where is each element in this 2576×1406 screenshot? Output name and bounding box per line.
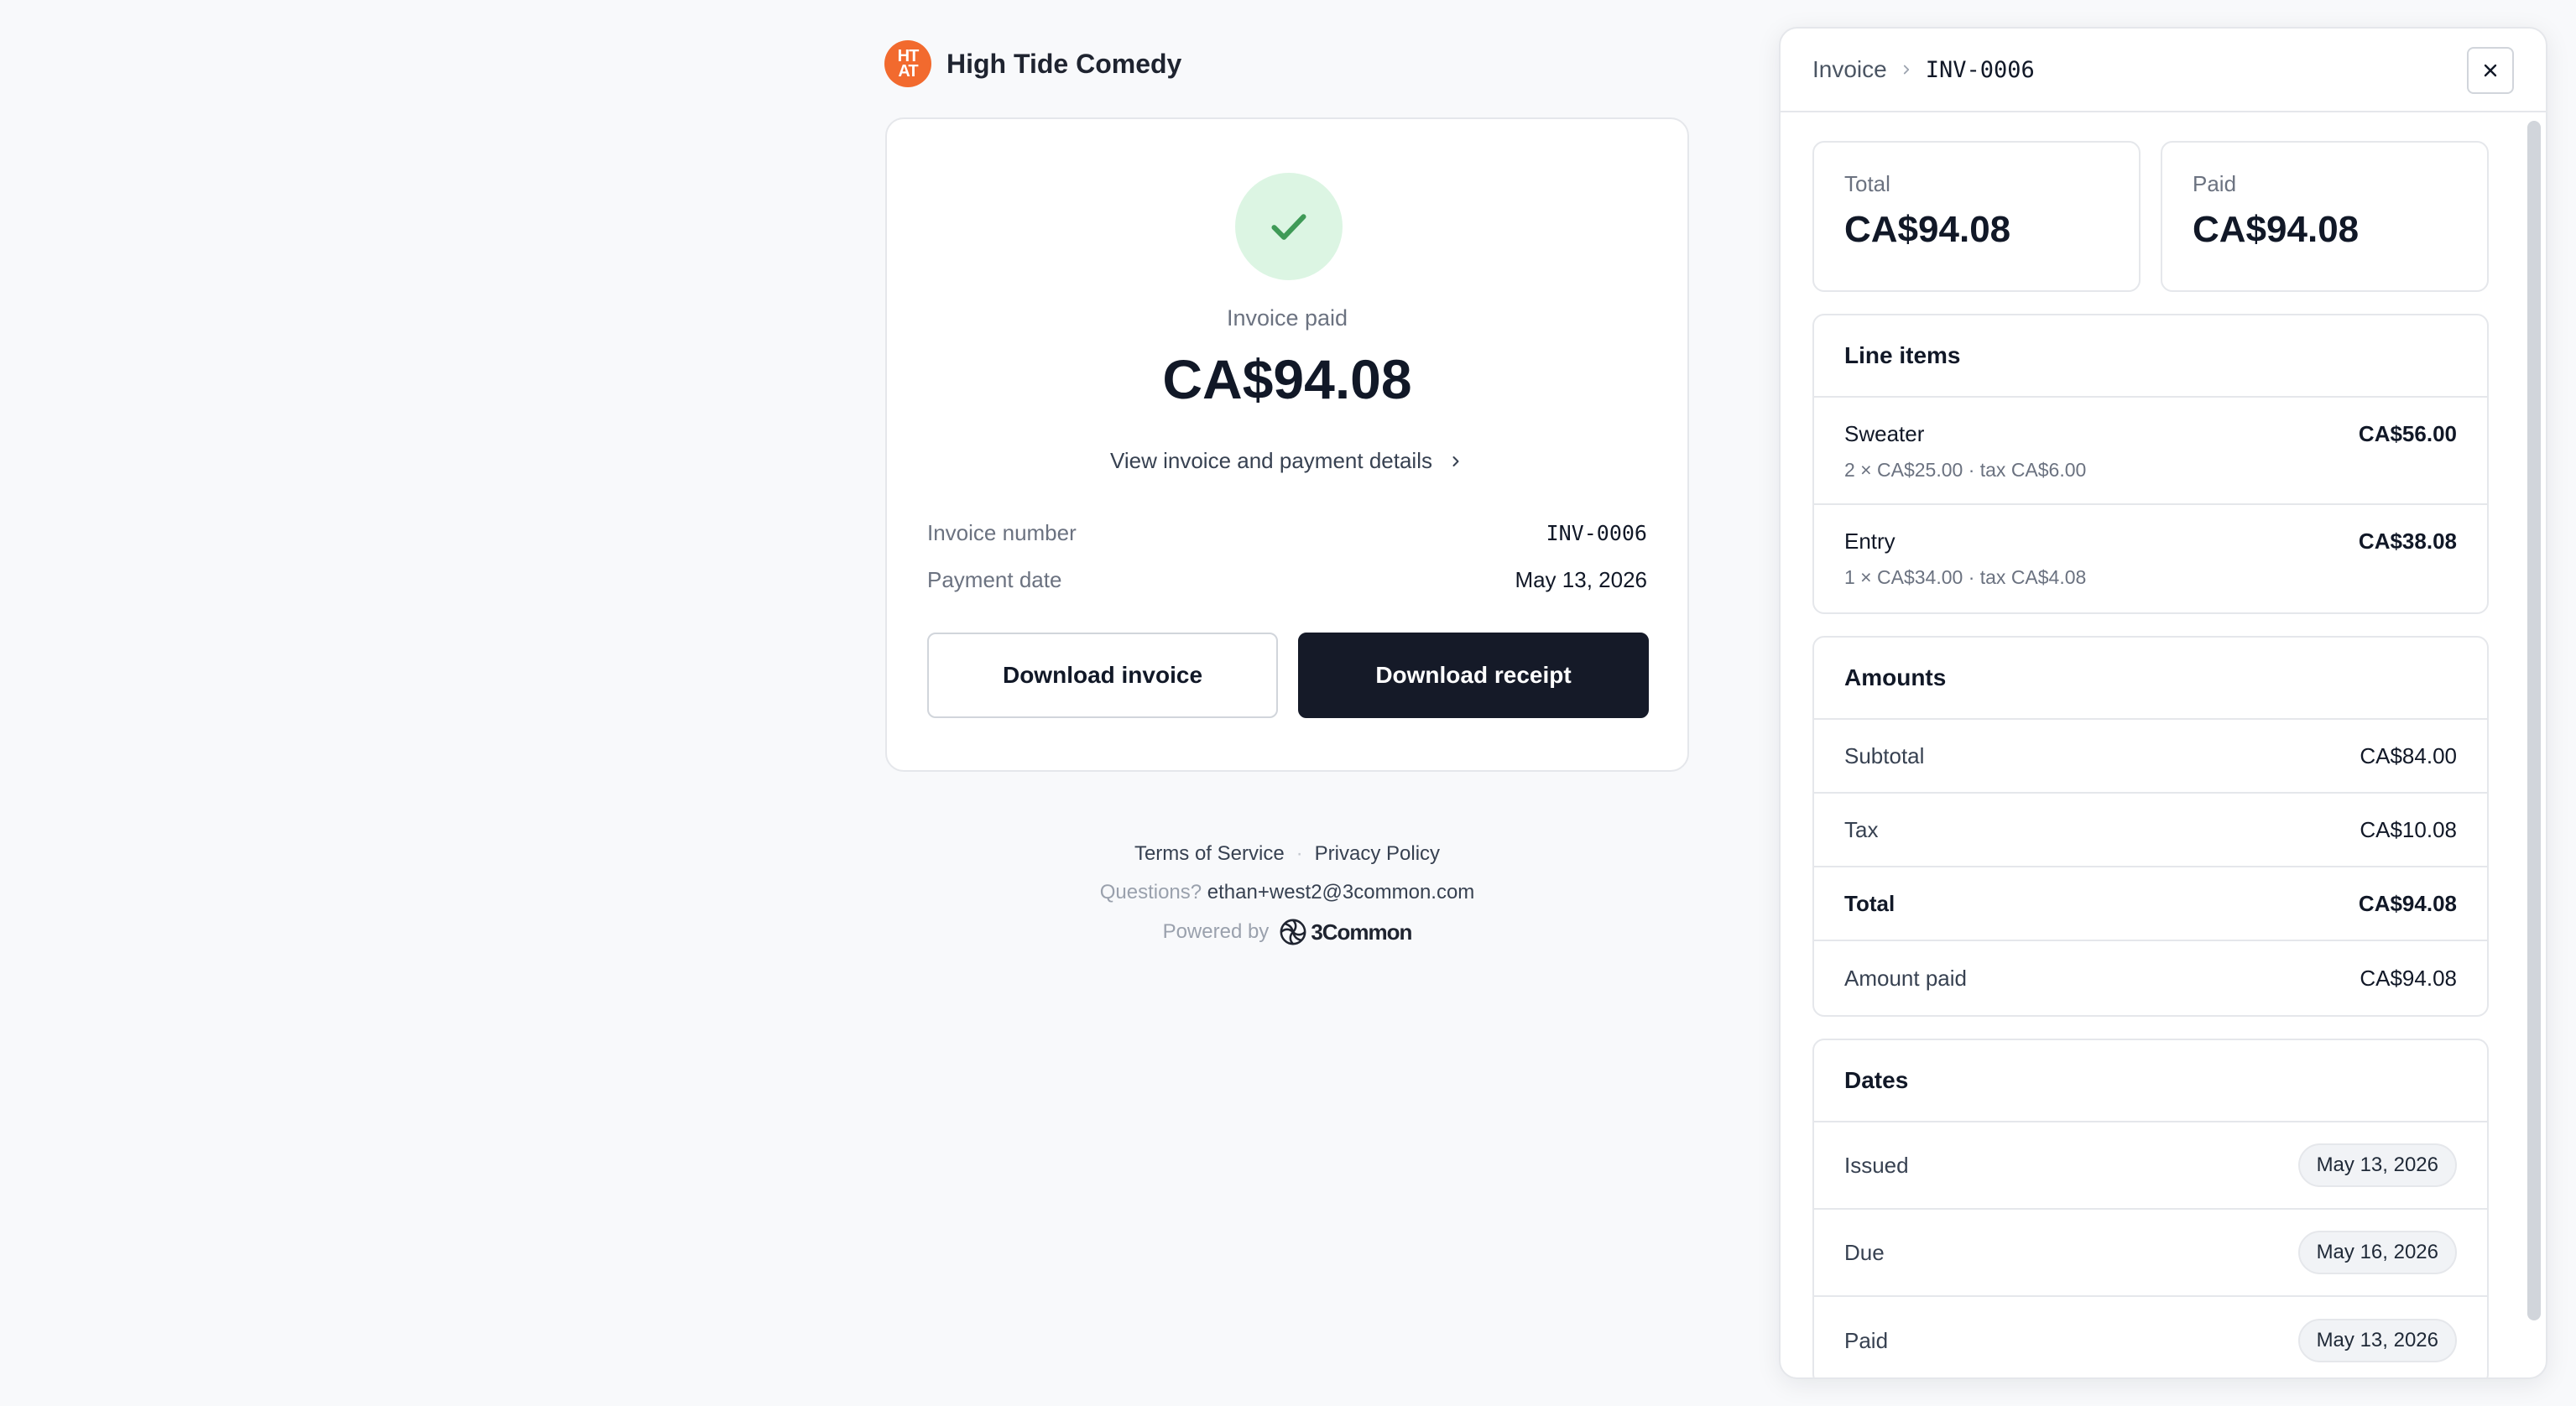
invoice-number-row: Invoice number INV-0006 [927, 520, 1647, 546]
amount-row-subtotal: Subtotal CA$84.00 [1814, 720, 2487, 794]
payment-date-label: Payment date [927, 567, 1062, 592]
date-label: Paid [1844, 1327, 1889, 1353]
chevron-right-icon [1452, 456, 1459, 466]
amount-label: Tax [1844, 816, 1879, 842]
view-details-link[interactable]: View invoice and payment details [887, 448, 1687, 474]
brand-name: High Tide Comedy [946, 48, 1182, 79]
amount-value: CA$84.00 [2360, 742, 2457, 768]
invoice-status-label: Invoice paid [1226, 305, 1348, 331]
paid-stat-value: CA$94.08 [2193, 209, 2360, 250]
panel-header: Invoice INV-0006 [1781, 29, 2546, 112]
close-panel-button[interactable] [2467, 47, 2514, 94]
page-footer: Terms of Service · Privacy Policy Questi… [885, 842, 1689, 946]
line-item-detail: 1 × CA$34.00 · tax CA$4.08 [1844, 566, 2087, 588]
paid-status-badge [1235, 173, 1343, 280]
panel-body: Total CA$94.08 Paid CA$94.08 Line items … [1812, 141, 2489, 1377]
amount-label: Amount paid [1844, 965, 1967, 991]
line-items-section: Line items Sweater 2 × CA$25.00 · tax CA… [1812, 314, 2489, 614]
3common-logo-icon [1280, 919, 1306, 945]
dates-section: Dates Issued May 13, 2026 Due May 16, 20… [1812, 1039, 2489, 1377]
breadcrumb: Invoice INV-0006 [1812, 56, 2035, 83]
total-stat-card: Total CA$94.08 [1812, 141, 2141, 292]
brand-header: HT AT High Tide Comedy [884, 40, 1181, 87]
privacy-link[interactable]: Privacy Policy [1315, 842, 1440, 866]
chevron-right-icon [1903, 65, 1909, 75]
panel-scrollbar[interactable] [2527, 121, 2541, 1320]
date-pill: May 13, 2026 [2297, 1319, 2457, 1362]
terms-link[interactable]: Terms of Service [1134, 842, 1285, 866]
line-item-detail: 2 × CA$25.00 · tax CA$6.00 [1844, 459, 2087, 481]
amount-value: CA$94.08 [2358, 890, 2457, 916]
powered-by-logo[interactable]: 3Common [1279, 918, 1412, 946]
date-pill: May 16, 2026 [2297, 1231, 2457, 1274]
line-item: Sweater 2 × CA$25.00 · tax CA$6.00 CA$56… [1814, 398, 2487, 505]
view-details-label: View invoice and payment details [1110, 448, 1432, 473]
date-row-paid: Paid May 13, 2026 [1814, 1297, 2487, 1377]
date-row-due: Due May 16, 2026 [1814, 1210, 2487, 1297]
download-invoice-button[interactable]: Download invoice [927, 633, 1278, 718]
line-item: Entry 1 × CA$34.00 · tax CA$4.08 CA$38.0… [1814, 505, 2487, 612]
amount-row-paid: Amount paid CA$94.08 [1814, 941, 2487, 1015]
powered-by-brand: 3Common [1311, 919, 1412, 945]
invoice-detail-panel: Invoice INV-0006 Total CA$94.08 Paid CA$… [1779, 27, 2547, 1379]
amounts-title: Amounts [1814, 638, 2487, 720]
check-icon [1271, 214, 1306, 240]
dates-title: Dates [1814, 1040, 2487, 1122]
payment-date-value: May 13, 2026 [1515, 567, 1647, 592]
date-label: Due [1844, 1239, 1885, 1265]
invoice-number-value: INV-0006 [1546, 521, 1647, 545]
powered-by-label: Powered by [1162, 920, 1270, 943]
date-pill: May 13, 2026 [2297, 1143, 2457, 1187]
payment-date-row: Payment date May 13, 2026 [927, 567, 1647, 593]
breadcrumb-invoice[interactable]: Invoice [1812, 56, 1887, 83]
amount-value: CA$10.08 [2360, 816, 2457, 842]
breadcrumb-current: INV-0006 [1925, 56, 2035, 83]
amount-label: Total [1844, 890, 1895, 916]
amount-value: CA$94.08 [2360, 965, 2457, 991]
amount-label: Subtotal [1844, 742, 1925, 768]
total-stat-label: Total [1844, 171, 1890, 196]
brand-logo: HT AT [884, 40, 931, 87]
date-row-issued: Issued May 13, 2026 [1814, 1122, 2487, 1210]
paid-stat-card: Paid CA$94.08 [2161, 141, 2489, 292]
questions-label: Questions? [1099, 881, 1202, 903]
amount-row-total: Total CA$94.08 [1814, 867, 2487, 941]
support-email-link[interactable]: ethan+west2@3common.com [1207, 881, 1475, 903]
line-item-amount: CA$38.08 [2358, 529, 2457, 554]
date-label: Issued [1844, 1152, 1909, 1178]
close-icon [2484, 64, 2497, 77]
footer-separator: · [1296, 842, 1303, 865]
receipt-card: Invoice paid CA$94.08 View invoice and p… [885, 117, 1689, 772]
line-items-title: Line items [1814, 315, 2487, 398]
paid-amount: CA$94.08 [1162, 348, 1412, 410]
line-item-amount: CA$56.00 [2358, 421, 2457, 446]
amount-row-tax: Tax CA$10.08 [1814, 794, 2487, 867]
invoice-number-label: Invoice number [927, 520, 1077, 545]
download-receipt-button[interactable]: Download receipt [1298, 633, 1649, 718]
total-stat-value: CA$94.08 [1844, 209, 2011, 250]
paid-stat-label: Paid [2193, 171, 2237, 196]
amounts-section: Amounts Subtotal CA$84.00 Tax CA$10.08 T… [1812, 636, 2489, 1017]
